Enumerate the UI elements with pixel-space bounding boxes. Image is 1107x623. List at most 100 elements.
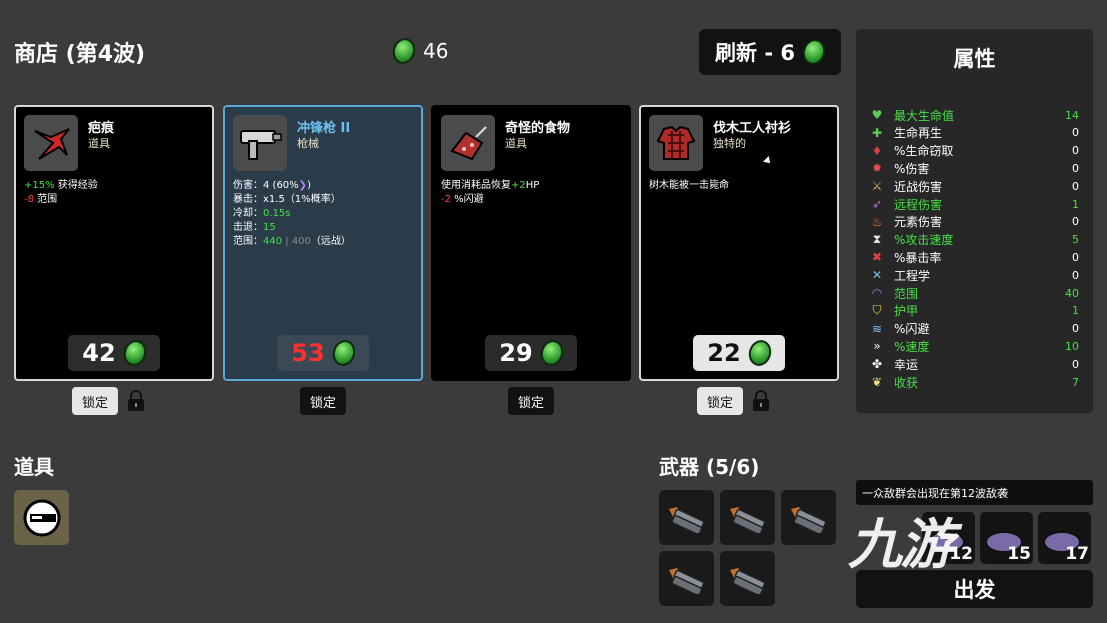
price-value: 22	[707, 339, 741, 367]
stat-value: 0	[1072, 144, 1079, 158]
crit-icon: ✖	[871, 250, 883, 265]
lock-button[interactable]: 锁定	[72, 387, 118, 415]
stat-label: 生命再生	[894, 126, 943, 141]
stat-label: 工程学	[894, 268, 931, 283]
enemy-wave-number: 12	[949, 544, 973, 564]
enemy-preview: 15	[980, 512, 1033, 564]
helmet-item-icon	[23, 499, 60, 536]
stat-value: 0	[1072, 250, 1079, 264]
stat-row: ✖ %暴击率 0	[868, 248, 1079, 266]
stat-value: 0	[1072, 161, 1079, 175]
lock-icon	[128, 390, 144, 411]
stat-value: 10	[1065, 339, 1079, 353]
card-description: 树木能被一击毙命	[649, 180, 729, 191]
enemy-wave-number: 17	[1065, 544, 1089, 564]
stat-value: 0	[1072, 126, 1079, 140]
shop-card-lumberjack-shirt[interactable]: 伐木工人衬衫 独特的 树木能被一击毙命 22	[639, 105, 839, 381]
card-description: 伤害：4 (60%❯) 暴击：x1.5（1%概率） 冷却：0.15s 击退：15…	[233, 180, 351, 247]
stat-value: 0	[1072, 357, 1079, 371]
price-value: 53	[291, 339, 325, 367]
shop-card-scar[interactable]: 疤痕 道具 +15% 获得经验 -8 范围 42	[14, 105, 214, 381]
lock-button[interactable]: 锁定	[697, 387, 743, 415]
price-tag[interactable]: 22	[693, 335, 785, 371]
card-type: 道具	[505, 137, 527, 150]
material-coin-icon	[745, 337, 775, 369]
harvest-icon: ❦	[871, 375, 883, 389]
weapon-slot[interactable]	[659, 551, 714, 606]
stat-label: %生命窃取	[894, 144, 954, 159]
stat-row: ✚ 生命再生 0	[868, 124, 1079, 142]
engineering-icon: ✕	[871, 268, 883, 283]
watermark-logo: 九游	[848, 513, 954, 576]
stat-value: 0	[1072, 179, 1079, 193]
stat-row: ✤ 幸运 0	[868, 355, 1079, 373]
stat-value: 7	[1072, 375, 1079, 389]
stat-row: ◠ 范围 40	[868, 284, 1079, 302]
material-coin-icon	[537, 337, 567, 369]
stat-row: ⛉ 护甲 1	[868, 302, 1079, 320]
regen-icon: ✚	[871, 125, 883, 140]
attack-speed-icon: ⧗	[872, 232, 882, 247]
lumberjack-shirt-icon	[649, 115, 703, 171]
price-value: 42	[82, 339, 116, 367]
stat-row: ✹ %伤害 0	[868, 159, 1079, 177]
stat-value: 1	[1072, 197, 1079, 211]
stat-row: ⚔ 近战伤害 0	[868, 177, 1079, 195]
lock-button[interactable]: 锁定	[300, 387, 346, 415]
coin-counter: 46	[389, 35, 449, 67]
weapon-slot[interactable]	[659, 490, 714, 545]
smg-icon	[233, 115, 287, 171]
stat-value: 0	[1072, 215, 1079, 229]
coin-count: 46	[423, 39, 449, 63]
refresh-label: 刷新 - 6	[715, 41, 795, 65]
melee-icon: ⚔	[871, 179, 883, 194]
price-tag[interactable]: 42	[68, 335, 160, 371]
card-description: +15% 获得经验 -8 范围	[24, 180, 98, 205]
luck-icon: ✤	[871, 357, 883, 372]
weapons-title: 武器 (5/6)	[659, 455, 760, 479]
card-name: 奇怪的食物	[505, 121, 571, 136]
stat-row: ❦ 收获 7	[868, 373, 1079, 391]
stat-value: 0	[1072, 268, 1079, 282]
item-slot[interactable]	[14, 490, 69, 545]
enemy-preview: 17	[1038, 512, 1091, 564]
material-coin-icon	[329, 337, 359, 369]
heart-icon: ♥	[871, 108, 883, 122]
card-type: 道具	[88, 137, 110, 150]
refresh-button[interactable]: 刷新 - 6	[699, 29, 841, 75]
stats-panel: 属性 ♥ 最大生命值 14 ✚ 生命再生 0 ♦ %生命窃取 0 ✹ %伤害 0 ⚔ 近战伤害 0 ➶ 远程伤害…	[856, 29, 1093, 413]
enemy-wave-number: 15	[1007, 544, 1031, 564]
price-value: 29	[499, 339, 533, 367]
material-coin-icon	[120, 337, 150, 369]
elemental-icon: ♨	[871, 214, 883, 229]
stat-value: 5	[1072, 233, 1079, 247]
lock-button[interactable]: 锁定	[508, 387, 554, 415]
weapon-slot[interactable]	[720, 490, 775, 545]
stat-label: %伤害	[894, 161, 930, 176]
stat-label: %速度	[894, 339, 930, 354]
stats-title: 属性	[953, 47, 996, 71]
ranged-icon: ➶	[871, 197, 883, 211]
weapon-slot[interactable]	[781, 490, 836, 545]
stat-row: ≋ %闪避 0	[868, 320, 1079, 338]
weapon-slot[interactable]	[720, 551, 775, 606]
stat-label: 护甲	[894, 304, 919, 319]
shop-card-strange-food[interactable]: 奇怪的食物 道具 使用消耗品恢复+2HP -2 %闪避 29	[431, 105, 631, 381]
lifesteal-icon: ♦	[871, 143, 883, 158]
double-barrel-gun-icon	[729, 506, 765, 533]
stat-row: ♥ 最大生命值 14	[868, 106, 1079, 124]
shop-card-smg[interactable]: 冲锋枪 II 枪械 伤害：4 (60%❯) 暴击：x1.5（1%概率） 冷却：0…	[223, 105, 423, 381]
stat-label: 幸运	[894, 357, 919, 372]
price-tag[interactable]: 53	[277, 335, 369, 371]
double-barrel-gun-icon	[668, 506, 704, 533]
stat-value: 0	[1072, 322, 1079, 336]
stat-value: 1	[1072, 304, 1079, 318]
stat-value: 14	[1065, 108, 1079, 122]
range-icon: ◠	[871, 286, 883, 300]
armor-icon: ⛉	[872, 303, 882, 318]
price-tag[interactable]: 29	[485, 335, 577, 371]
strange-food-icon	[441, 115, 495, 171]
lock-icon	[753, 390, 769, 411]
items-title: 道具	[14, 455, 54, 479]
shop-title: 商店 (第4波)	[14, 42, 146, 67]
